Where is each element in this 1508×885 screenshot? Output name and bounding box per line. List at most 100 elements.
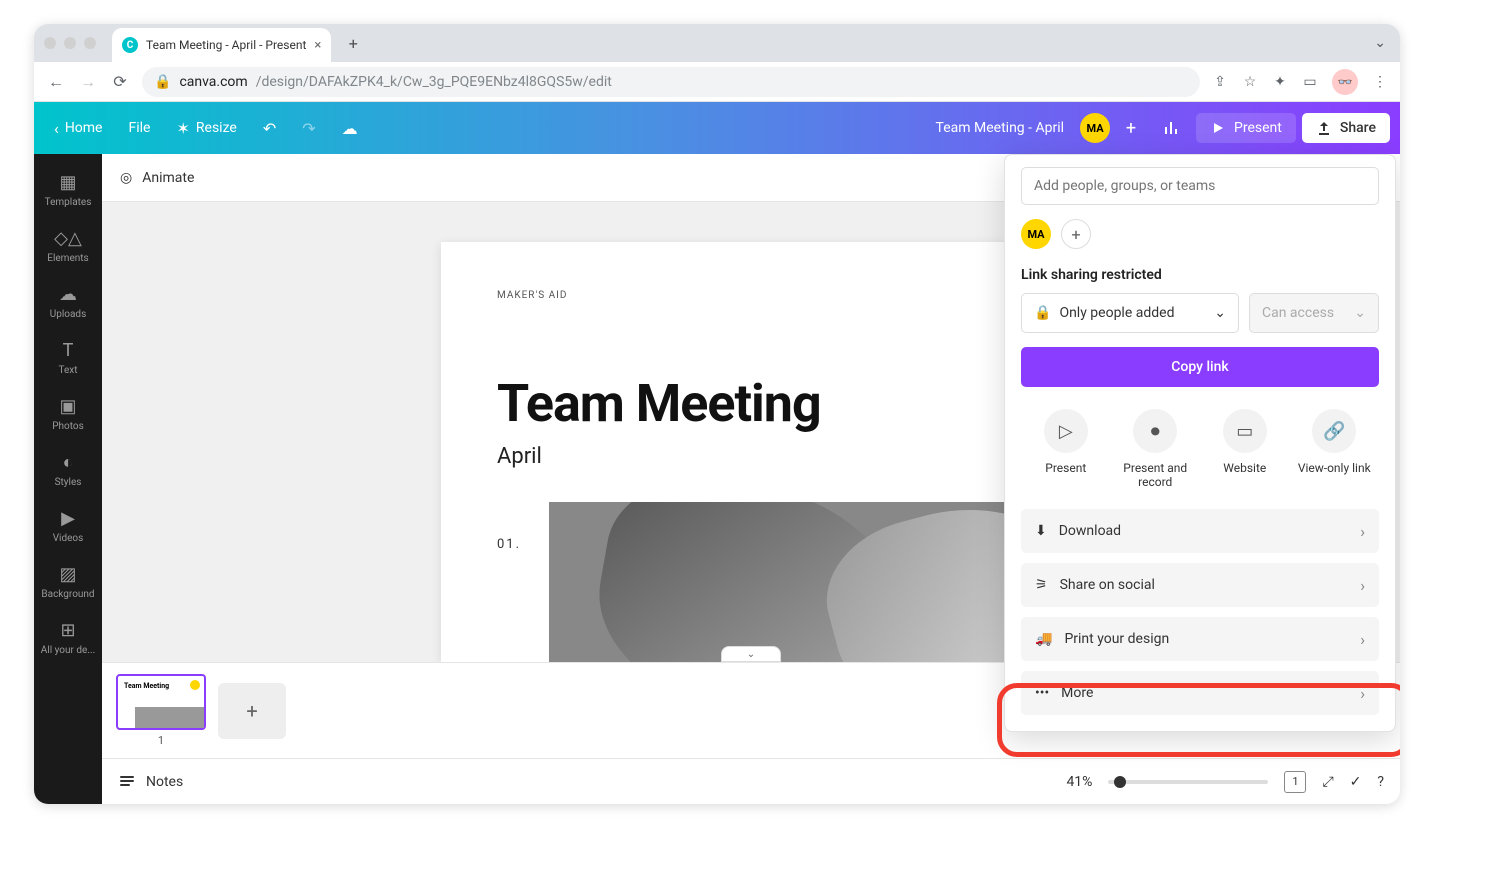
share-print[interactable]: 🚚 Print your design › [1021,617,1379,661]
quick-view-link[interactable]: 🔗 View-only link [1294,409,1374,489]
reload-button[interactable]: ⟳ [110,72,130,91]
document-title[interactable]: Team Meeting - April [936,120,1074,136]
link-sharing-heading: Link sharing restricted [1021,267,1379,283]
animate-button[interactable]: Animate [142,170,194,186]
quick-present[interactable]: ▷ Present [1026,409,1106,489]
file-label: File [129,120,151,136]
back-button[interactable]: ← [46,72,66,92]
rail-photos[interactable]: ▣ Photos [34,386,102,442]
rail-label: All your de... [41,645,95,656]
rail-label: Uploads [50,309,86,320]
profile-avatar-icon[interactable]: 👓 [1332,69,1358,95]
browser-menu-icon[interactable]: ⋮ [1372,74,1388,90]
rail-videos[interactable]: ▶ Videos [34,498,102,554]
cloud-icon: ☁ [342,119,358,138]
quick-website[interactable]: ▭ Website [1205,409,1285,489]
page-count-icon[interactable]: 1 [1284,771,1306,793]
thumb-title: Team Meeting [124,682,198,690]
rail-text[interactable]: T Text [34,330,102,386]
resize-button[interactable]: ✶ Resize [166,113,246,144]
url-input[interactable]: 🔒 canva.com/design/DAFAkZPK4_k/Cw_3g_PQE… [142,67,1200,97]
slide-page-number: 01. [497,537,521,552]
perm-value: Can access [1262,305,1334,321]
rail-label: Photos [52,421,84,432]
share-button[interactable]: Share [1302,113,1390,143]
zoom-level[interactable]: 41% [1066,774,1092,790]
insights-button[interactable] [1152,113,1190,143]
present-button[interactable]: Present [1196,113,1296,143]
quick-present-record[interactable]: ⏺ Present and record [1115,409,1195,489]
bottom-bar: Notes 41% 1 ⤢ ✓ ? [102,758,1400,804]
rail-background[interactable]: ▨ Background [34,554,102,610]
zoom-thumb[interactable] [1114,776,1126,788]
canva-favicon-icon: C [122,37,138,53]
close-tab-icon[interactable]: × [314,38,321,53]
minimize-window-icon[interactable] [64,37,76,49]
chevron-down-icon: ⌄ [1354,305,1366,321]
share-people-input[interactable] [1021,167,1379,205]
templates-icon: ▦ [59,172,76,193]
tabs-overflow-icon[interactable]: ⌄ [1374,35,1386,51]
slide-hero-image[interactable] [549,502,1061,662]
rail-all-designs[interactable]: ⊞ All your de... [34,610,102,666]
chevron-down-icon: ⌄ [1214,305,1226,321]
rail-styles[interactable]: ◐ Styles [34,442,102,498]
rail-label: Styles [55,477,82,488]
slide[interactable]: MAKER'S AID Team Meeting April 01. [441,242,1061,662]
cloud-status[interactable]: ☁ [332,113,368,144]
new-tab-button[interactable]: + [339,29,367,57]
chart-icon [1162,119,1180,137]
rail-templates[interactable]: ▦ Templates [34,162,102,218]
undo-icon: ↶ [263,119,276,138]
thumb-number: 1 [116,734,206,747]
home-button[interactable]: ‹ Home [44,113,113,144]
share-owner-avatar: MA [1021,219,1051,249]
user-avatar[interactable]: MA [1080,113,1110,143]
slide-thumbnail[interactable]: Team Meeting [116,674,206,730]
redo-button[interactable]: ↷ [292,113,325,144]
rail-label: Videos [53,533,84,544]
share-social[interactable]: ⚞ Share on social › [1021,563,1379,607]
tab-title: Team Meeting - April - Present [146,38,306,52]
uploads-icon: ☁ [59,284,77,305]
bookmark-icon[interactable]: ☆ [1242,74,1258,90]
more-icon: ••• [1035,685,1049,701]
thumb-badge-icon [190,680,200,690]
rail-uploads[interactable]: ☁ Uploads [34,274,102,330]
file-menu[interactable]: File [119,114,161,142]
permission-select[interactable]: Can access ⌄ [1249,293,1379,333]
add-collaborator-button[interactable]: + [1116,113,1146,143]
forward-button[interactable]: → [78,72,98,92]
undo-button[interactable]: ↶ [253,113,286,144]
tab-strip: C Team Meeting - April - Present × + ⌄ [34,24,1400,62]
share-page-icon[interactable]: ⇪ [1212,74,1228,90]
slide-subtitle[interactable]: April [497,444,1005,469]
resize-label: Resize [196,120,237,136]
collapse-thumbs-button[interactable]: ⌄ [721,646,781,662]
browser-tab[interactable]: C Team Meeting - April - Present × [112,28,331,62]
redo-icon: ↷ [302,119,315,138]
close-window-icon[interactable] [44,37,56,49]
link-access-select[interactable]: 🔒 Only people added ⌄ [1021,293,1239,333]
share-more[interactable]: ••• More › [1021,671,1379,715]
zoom-slider[interactable] [1108,780,1268,784]
check-icon[interactable]: ✓ [1350,774,1362,790]
window-controls[interactable] [44,37,96,49]
slide-brand: MAKER'S AID [497,290,1005,301]
extensions-icon[interactable]: ✦ [1272,74,1288,90]
add-slide-button[interactable]: + [218,683,286,739]
maximize-window-icon[interactable] [84,37,96,49]
share-popover: MA + Link sharing restricted 🔒 Only peop… [1004,154,1396,732]
sidepanel-icon[interactable]: ▭ [1302,74,1318,90]
slide-title[interactable]: Team Meeting [497,373,1005,434]
app-body: ▦ Templates ◇△ Elements ☁ Uploads T Text… [34,154,1400,804]
videos-icon: ▶ [61,508,75,529]
notes-button[interactable]: Notes [146,774,183,790]
share-option-list: ⬇ Download › ⚞ Share on social › [1021,509,1379,715]
rail-elements[interactable]: ◇△ Elements [34,218,102,274]
help-icon[interactable]: ? [1377,774,1384,790]
fullscreen-icon[interactable]: ⤢ [1322,774,1333,790]
copy-link-button[interactable]: Copy link [1021,347,1379,387]
add-person-button[interactable]: + [1061,219,1091,249]
share-download[interactable]: ⬇ Download › [1021,509,1379,553]
